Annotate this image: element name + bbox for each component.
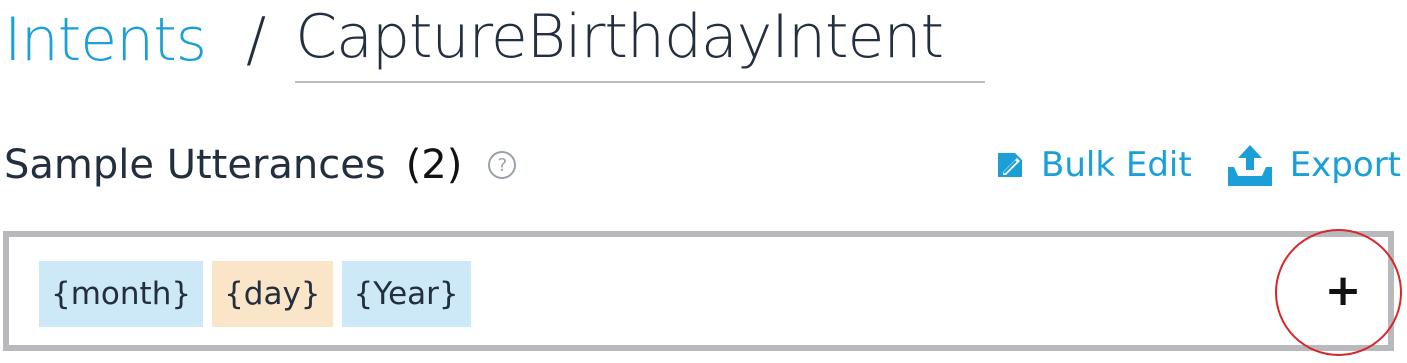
slot-day[interactable]: {day} <box>212 261 333 327</box>
bulk-edit-button[interactable]: Bulk Edit <box>995 145 1192 185</box>
breadcrumb: Intents / CaptureBirthdayIntent <box>4 0 986 86</box>
bulk-edit-icon <box>998 153 1023 177</box>
intent-editor-page: Intents / CaptureBirthdayIntent Sample U… <box>0 0 1407 363</box>
utterance-slots: {month} {day} {Year} <box>39 261 480 327</box>
export-button[interactable]: Export <box>1226 143 1401 187</box>
upload-icon <box>1227 145 1272 186</box>
sample-utterances-header: Sample Utterances (2) ? <box>4 135 517 195</box>
breadcrumb-separator: / <box>245 5 266 75</box>
add-utterance-button[interactable]: + <box>1318 265 1368 316</box>
utterance-actions: Bulk Edit Export <box>995 135 1401 195</box>
bulk-edit-label: Bulk Edit <box>1041 145 1192 185</box>
question-circle-icon[interactable]: ? <box>488 151 517 179</box>
intent-name-title[interactable]: CaptureBirthdayIntent <box>295 0 986 83</box>
slot-year[interactable]: {Year} <box>341 261 471 327</box>
section-title: Sample Utterances <box>4 142 386 188</box>
utterance-input[interactable]: {month} {day} {Year} <box>3 231 1394 351</box>
export-label: Export <box>1289 145 1401 185</box>
utterance-count: (2) <box>405 142 463 188</box>
breadcrumb-intents-link[interactable]: Intents <box>4 5 207 75</box>
slot-month[interactable]: {month} <box>39 261 204 327</box>
